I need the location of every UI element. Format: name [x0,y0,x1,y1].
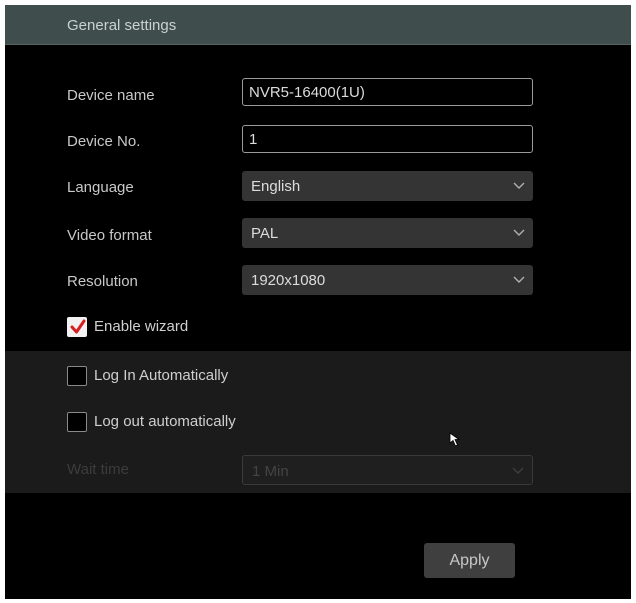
chevron-down-icon [513,182,525,189]
general-settings-panel: General settings Device name Device No. … [5,5,631,599]
wait-time-select: 1 Min [242,455,533,485]
video-format-value: PAL [251,225,279,242]
resolution-select[interactable]: 1920x1080 [242,265,533,295]
device-no-label: Device No. [67,133,141,150]
log-in-automatically-label: Log In Automatically [94,367,229,384]
chevron-down-icon [512,467,524,474]
checkmark-icon [70,319,86,334]
device-name-input[interactable] [242,78,533,106]
log-in-automatically-checkbox[interactable] [67,366,87,386]
language-value: English [251,178,301,195]
log-out-automatically-checkbox[interactable] [67,412,87,432]
chevron-down-icon [513,229,525,236]
language-label: Language [67,179,134,196]
mouse-pointer-icon [449,432,461,447]
enable-wizard-checkbox[interactable] [67,317,87,337]
video-format-select[interactable]: PAL [242,218,533,248]
panel-header: General settings [5,5,631,45]
resolution-label: Resolution [67,273,138,290]
chevron-down-icon [513,276,525,283]
video-format-label: Video format [67,227,152,244]
resolution-value: 1920x1080 [251,272,326,289]
enable-wizard-label: Enable wizard [94,318,189,335]
wait-time-value: 1 Min [252,463,289,480]
device-no-input[interactable] [242,125,533,153]
log-out-automatically-label: Log out automatically [94,413,236,430]
language-select[interactable]: English [242,171,533,201]
panel-title: General settings [67,17,177,34]
device-name-label: Device name [67,87,155,104]
apply-button[interactable]: Apply [424,543,515,578]
wait-time-label: Wait time [67,461,129,478]
